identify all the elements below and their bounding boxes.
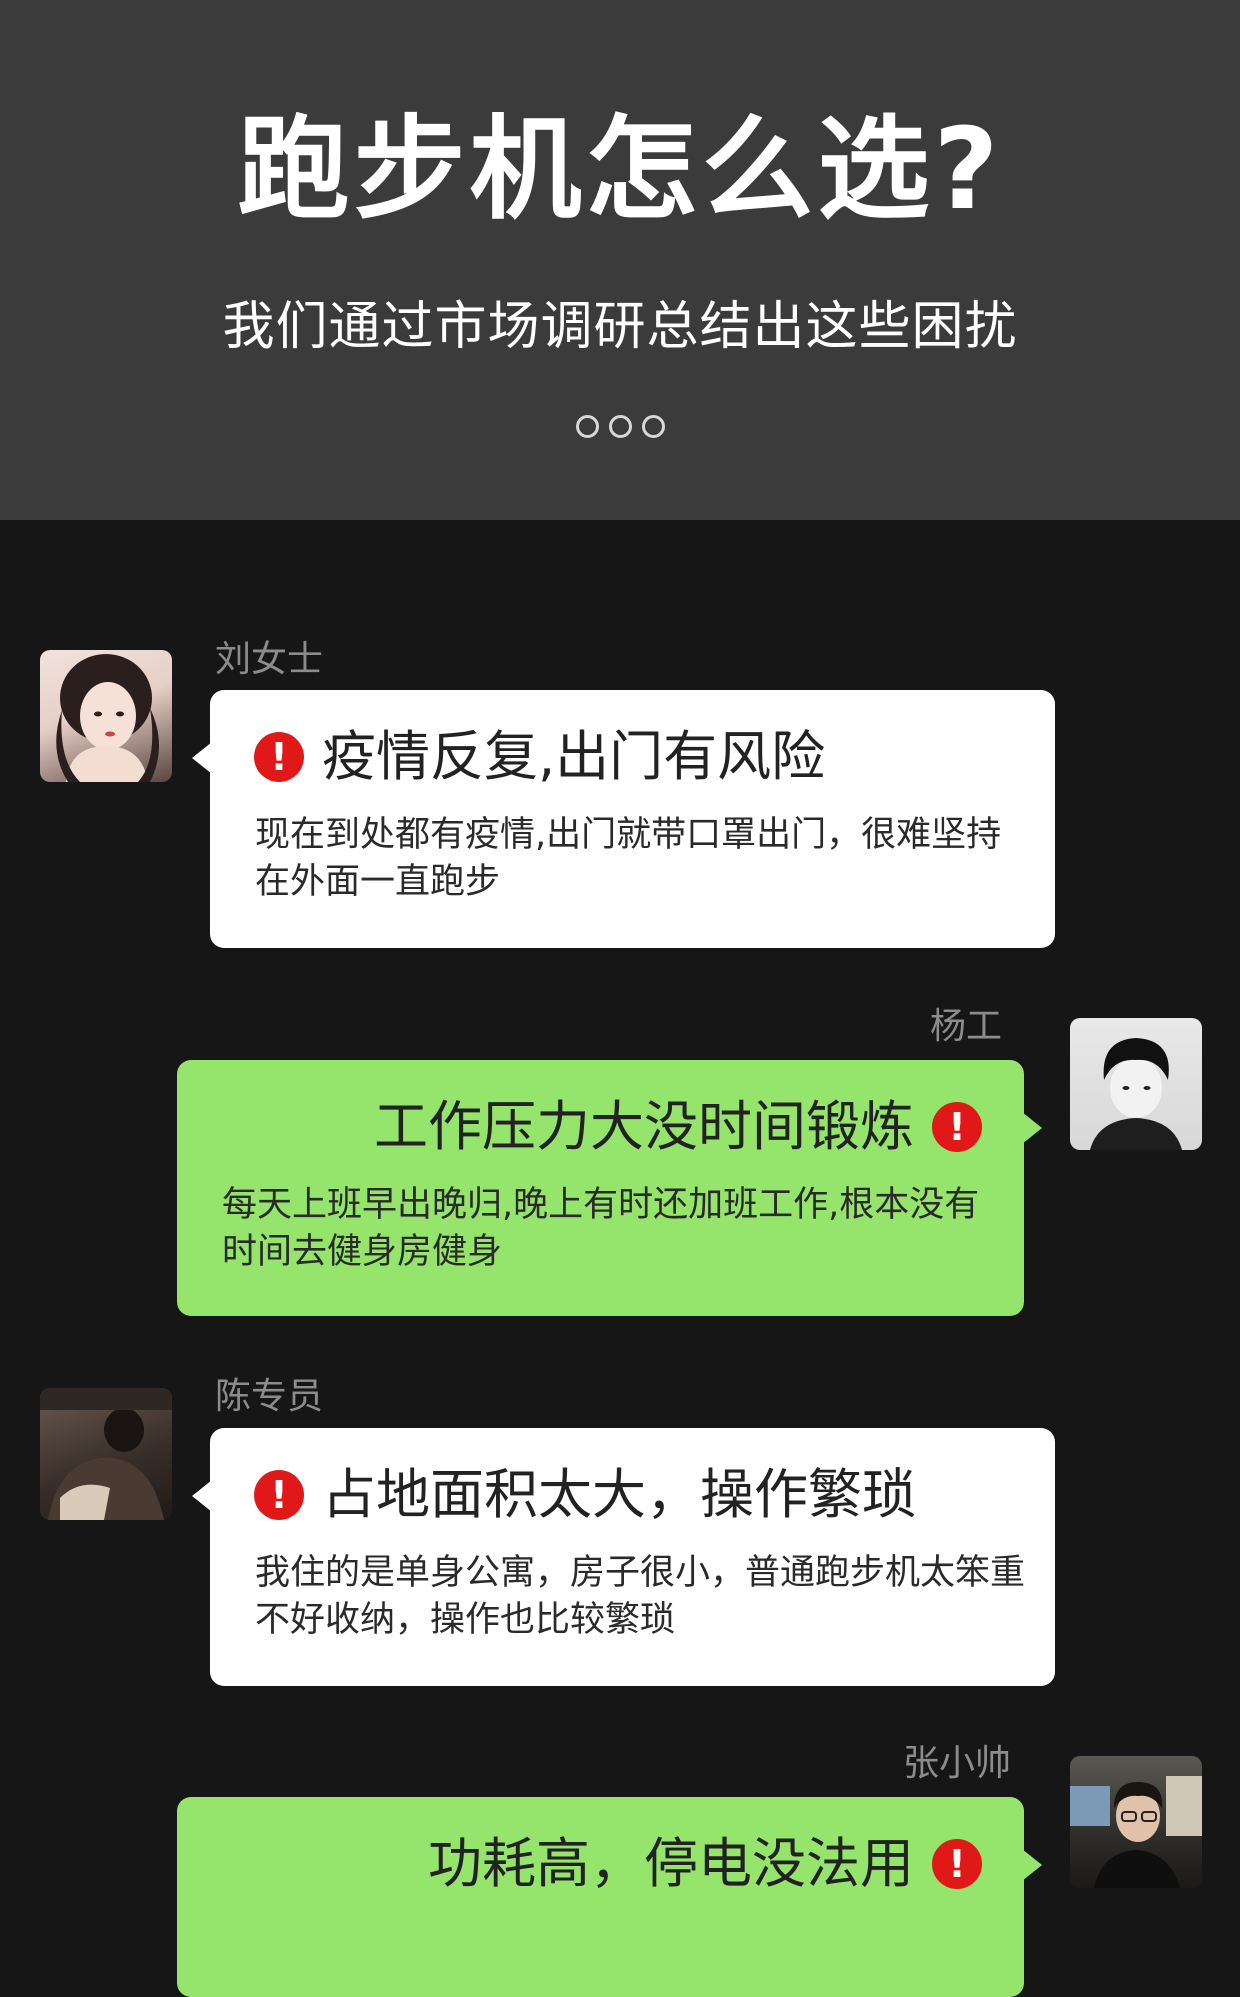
page-title: 跑步机怎么选?: [237, 105, 1003, 235]
pagination-dots: [0, 415, 1240, 442]
sender-name: 陈专员: [215, 1376, 324, 1417]
bubble-tail: [1022, 1849, 1042, 1881]
message-title: 疫情反复,出门有风险: [322, 725, 826, 788]
page-subtitle: 我们通过市场调研总结出这些困扰: [222, 297, 1018, 357]
avatar: [40, 1388, 172, 1520]
message-title-row: ! 占地面积太大，操作繁琐: [254, 1460, 916, 1530]
message-bubble: ! 疫情反复,出门有风险 现在到处都有疫情,出门就带口罩出门，很难坚持在外面一直…: [192, 690, 1055, 948]
bubble-tail: [192, 1480, 212, 1512]
exclamation-circle-icon: !: [254, 1470, 304, 1520]
avatar: [40, 650, 172, 782]
dot-icon: [608, 415, 632, 438]
message-title: 占地面积太大，操作繁琐: [322, 1463, 916, 1526]
message-title-row: 工作压力大没时间锻炼 !: [374, 1092, 982, 1162]
message-title-row: 功耗高，停电没法用 !: [428, 1829, 982, 1899]
exclamation-circle-icon: !: [932, 1839, 982, 1889]
dot-icon: [575, 415, 599, 438]
message-body: 我住的是单身公寓，房子很小，普通跑步机太笨重不好收纳，操作也比较繁琐: [255, 1553, 1026, 1640]
exclamation-circle-icon: !: [254, 732, 304, 782]
message-title-row: ! 疫情反复,出门有风险: [254, 722, 825, 792]
message-bubble: 功耗高，停电没法用 !: [177, 1797, 1042, 1997]
header-banner: 跑步机怎么选? 我们通过市场调研总结出这些困扰: [0, 0, 1240, 520]
message-title: 工作压力大没时间锻炼: [374, 1095, 914, 1158]
message-title: 功耗高，停电没法用: [428, 1832, 914, 1895]
avatar: [1070, 1756, 1202, 1888]
chat-area: 刘女士 ! 疫情反复,出门有风险 现在到处都有疫情,出门就带口罩出门，很难坚持在…: [0, 520, 1240, 1997]
message-body: 现在到处都有疫情,出门就带口罩出门，很难坚持在外面一直跑步: [255, 815, 1002, 902]
message-bubble: ! 占地面积太大，操作繁琐 我住的是单身公寓，房子很小，普通跑步机太笨重不好收纳…: [192, 1428, 1055, 1686]
sender-name: 张小帅: [903, 1743, 1012, 1784]
sender-name: 刘女士: [215, 639, 324, 680]
sender-name: 杨工: [930, 1006, 1003, 1047]
exclamation-circle-icon: !: [932, 1102, 982, 1152]
bubble-tail: [192, 742, 212, 774]
message-bubble: 工作压力大没时间锻炼 ! 每天上班早出晚归,晚上有时还加班工作,根本没有时间去健…: [177, 1060, 1042, 1316]
avatar: [1070, 1018, 1202, 1150]
bubble-tail: [1022, 1112, 1042, 1144]
message-body: 每天上班早出晚归,晚上有时还加班工作,根本没有时间去健身房健身: [222, 1185, 980, 1272]
dot-icon: [641, 415, 665, 438]
